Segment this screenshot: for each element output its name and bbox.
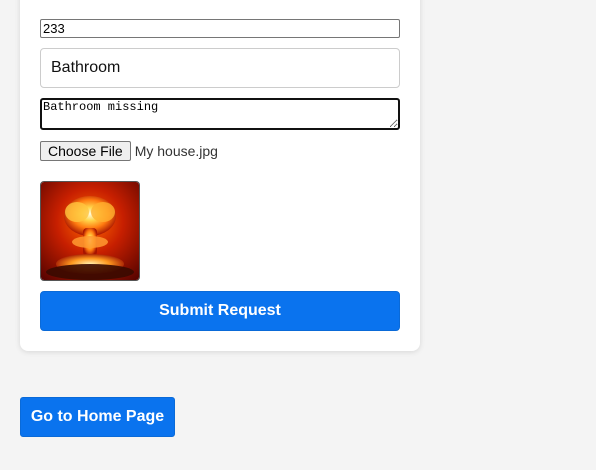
unit-number-input[interactable]: [40, 19, 400, 38]
file-upload-row: Choose File My house.jpg: [40, 141, 218, 161]
room-select[interactable]: Bathroom: [40, 48, 400, 88]
description-textarea[interactable]: Bathroom missing: [40, 98, 400, 130]
choose-file-button[interactable]: Choose File: [40, 141, 131, 161]
uploaded-image-preview: [40, 181, 140, 281]
submit-request-button[interactable]: Submit Request: [40, 291, 400, 331]
home-page-button[interactable]: Go to Home Page: [20, 397, 175, 437]
room-select-value: Bathroom: [51, 59, 121, 76]
file-name-label: My house.jpg: [134, 143, 218, 159]
